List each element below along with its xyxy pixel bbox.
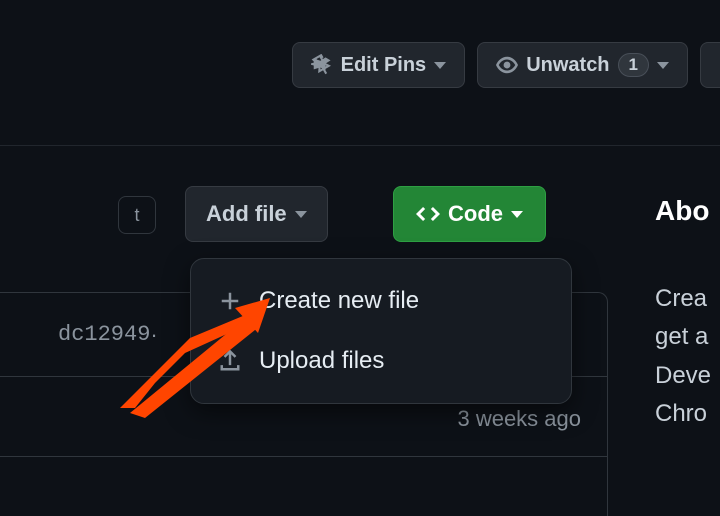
plus-icon	[219, 290, 241, 312]
unwatch-button[interactable]: Unwatch 1	[477, 42, 688, 88]
eye-icon	[496, 54, 518, 76]
edit-pins-button[interactable]: Edit Pins	[292, 42, 466, 88]
add-file-dropdown: Create new file Upload files	[190, 258, 572, 404]
chevron-down-icon	[295, 211, 307, 218]
chevron-down-icon	[511, 211, 523, 218]
about-heading: Abo	[655, 195, 709, 227]
file-row[interactable]	[0, 456, 608, 516]
partial-button-right[interactable]	[700, 42, 720, 88]
about-description: Crea get a Deve Chro	[655, 280, 711, 434]
code-button[interactable]: Code	[393, 186, 546, 242]
pin-icon	[311, 54, 333, 76]
unwatch-label: Unwatch	[526, 54, 609, 77]
code-label: Code	[448, 201, 503, 227]
watch-count-badge: 1	[618, 53, 649, 77]
create-new-file-item[interactable]: Create new file	[191, 271, 571, 331]
create-new-file-label: Create new file	[259, 287, 419, 315]
keyboard-shortcut-t[interactable]: t	[118, 196, 156, 234]
add-file-button[interactable]: Add file	[185, 186, 328, 242]
chevron-down-icon	[434, 62, 446, 69]
commit-hash: dc12949	[58, 322, 150, 347]
upload-icon	[219, 350, 241, 372]
chevron-down-icon	[657, 62, 669, 69]
upload-files-label: Upload files	[259, 347, 384, 375]
code-icon	[416, 202, 440, 226]
horizontal-divider	[0, 145, 720, 146]
upload-files-item[interactable]: Upload files	[191, 331, 571, 391]
edit-pins-label: Edit Pins	[341, 54, 427, 77]
commit-separator: ·	[150, 322, 157, 348]
add-file-label: Add file	[206, 201, 287, 227]
